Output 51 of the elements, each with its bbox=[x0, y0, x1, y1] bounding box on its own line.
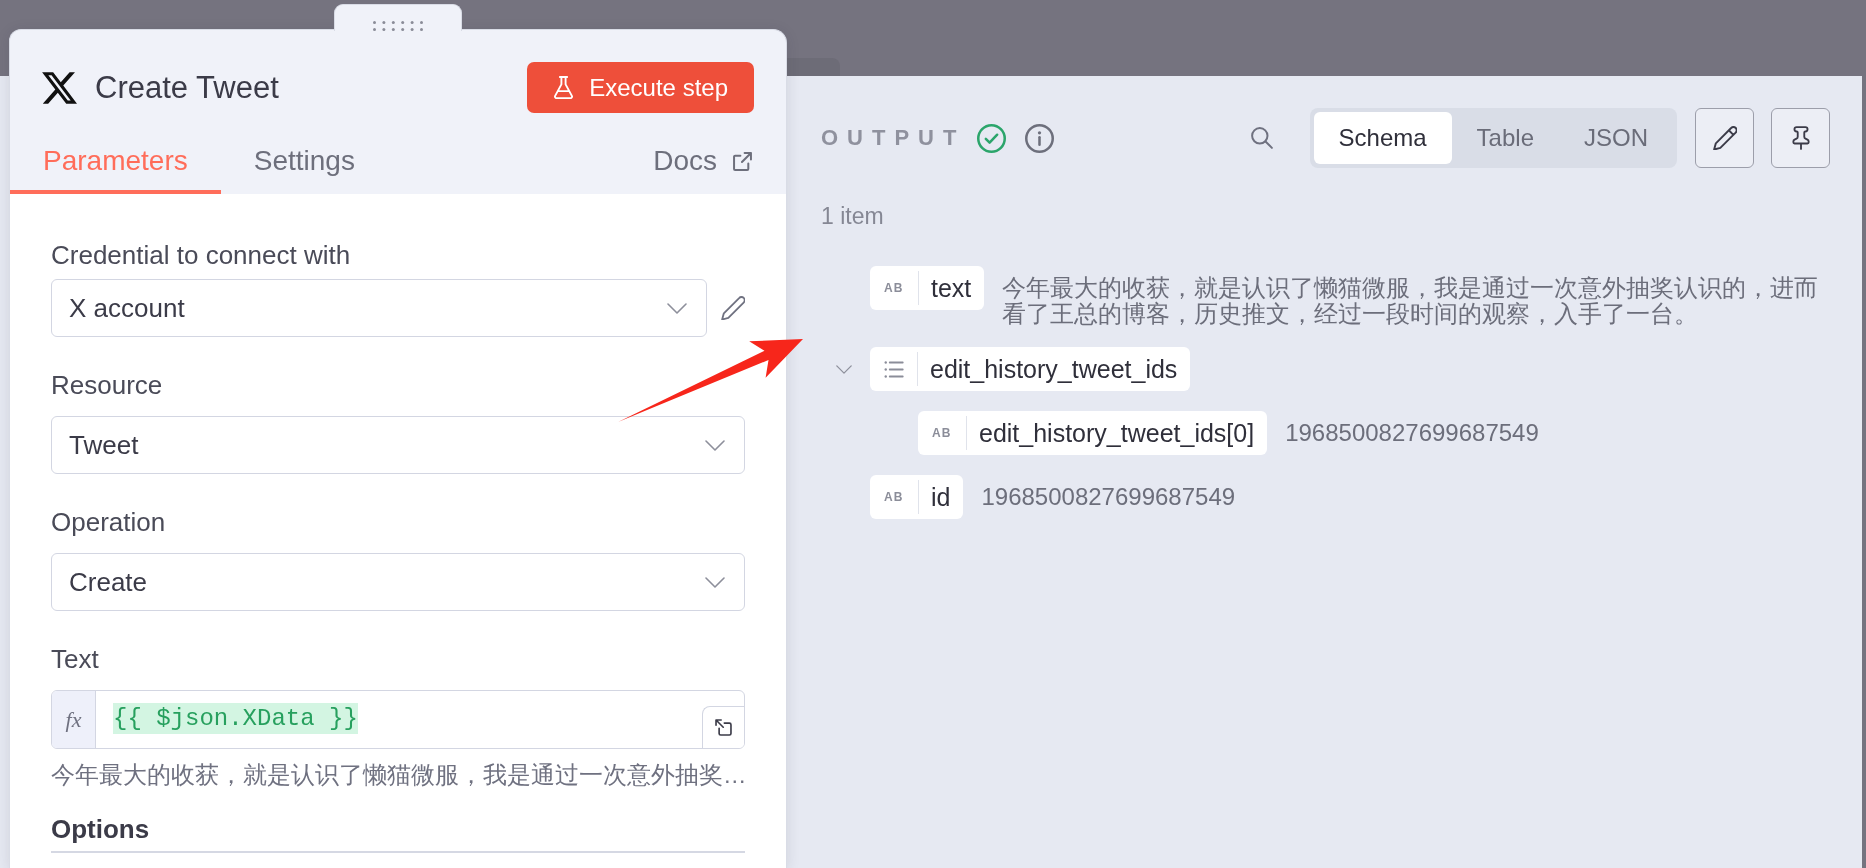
view-tab[interactable]: Schema bbox=[1313, 112, 1452, 164]
expand-icon bbox=[715, 719, 732, 736]
field-label: Resource bbox=[51, 370, 164, 400]
list-icon bbox=[884, 360, 904, 378]
field-pill[interactable]: AB id bbox=[870, 475, 964, 519]
expand-button[interactable] bbox=[702, 706, 744, 748]
field-pill[interactable]: AB text bbox=[870, 266, 985, 310]
pin-button[interactable] bbox=[1771, 108, 1830, 168]
edit-button[interactable] bbox=[1695, 108, 1754, 168]
back-panel bbox=[786, 58, 840, 76]
field-value: 1968500827699687549 bbox=[1285, 418, 1539, 446]
chevron-down-icon bbox=[667, 302, 687, 314]
type-label: AB bbox=[932, 426, 953, 440]
select-field[interactable]: Tweet bbox=[51, 416, 745, 474]
flask-icon bbox=[553, 76, 575, 99]
pencil-icon[interactable] bbox=[721, 296, 745, 320]
pencil-icon bbox=[1712, 126, 1737, 150]
section-heading: Options bbox=[51, 814, 150, 844]
expression-field[interactable]: fx {{ $json.XData }} bbox=[51, 690, 745, 749]
view-tab[interactable]: JSON bbox=[1559, 112, 1673, 164]
node-title: Create Tweet bbox=[95, 69, 279, 106]
field-label: Operation bbox=[51, 507, 167, 537]
chevron-down-icon[interactable] bbox=[836, 364, 852, 374]
view-tab[interactable]: Table bbox=[1451, 112, 1559, 164]
select-field[interactable]: X account bbox=[51, 279, 707, 337]
chevron-down-icon bbox=[705, 439, 725, 451]
panel-title: OUTPUT bbox=[821, 125, 966, 151]
chevron-down-icon bbox=[705, 576, 725, 588]
expression-preview: 今年最大的收获，就是认识了懒猫微服，我是通过一次意外抽奖… bbox=[51, 761, 745, 790]
expression-code: {{ $json.XData }} bbox=[113, 702, 358, 734]
field-value: 1968500827699687549 bbox=[981, 482, 1236, 510]
fx-label: fx bbox=[52, 691, 96, 748]
search-icon[interactable] bbox=[1250, 127, 1273, 149]
drag-handle[interactable] bbox=[334, 4, 462, 31]
field-value: 今年最大的收获，就是认识了懒猫微服，我是通过一次意外抽奖认识的，进而看了王总的博客，历史推文，经过一段时间的观察，入手了一台。 bbox=[1002, 273, 1820, 327]
field-label: Text bbox=[51, 644, 100, 674]
logo-icon bbox=[42, 71, 77, 104]
external-link-icon bbox=[733, 151, 752, 171]
docs-link[interactable]: Docs bbox=[653, 147, 786, 194]
grip-icon bbox=[373, 21, 423, 31]
field-pill[interactable]: edit_history_tweet_ids bbox=[870, 347, 1191, 391]
info-icon[interactable] bbox=[1025, 123, 1055, 153]
panel-tab[interactable]: Settings bbox=[220, 113, 388, 194]
item-count: 1 item bbox=[821, 203, 884, 229]
field-label: Credential to connect with bbox=[51, 240, 352, 270]
type-label: AB bbox=[884, 490, 905, 504]
type-label: AB bbox=[884, 281, 905, 295]
field-pill[interactable]: AB edit_history_tweet_ids[0] bbox=[918, 411, 1268, 455]
select-field[interactable]: Create bbox=[51, 553, 745, 611]
execute-button[interactable]: Execute step bbox=[527, 62, 754, 113]
pin-icon bbox=[1791, 126, 1810, 150]
